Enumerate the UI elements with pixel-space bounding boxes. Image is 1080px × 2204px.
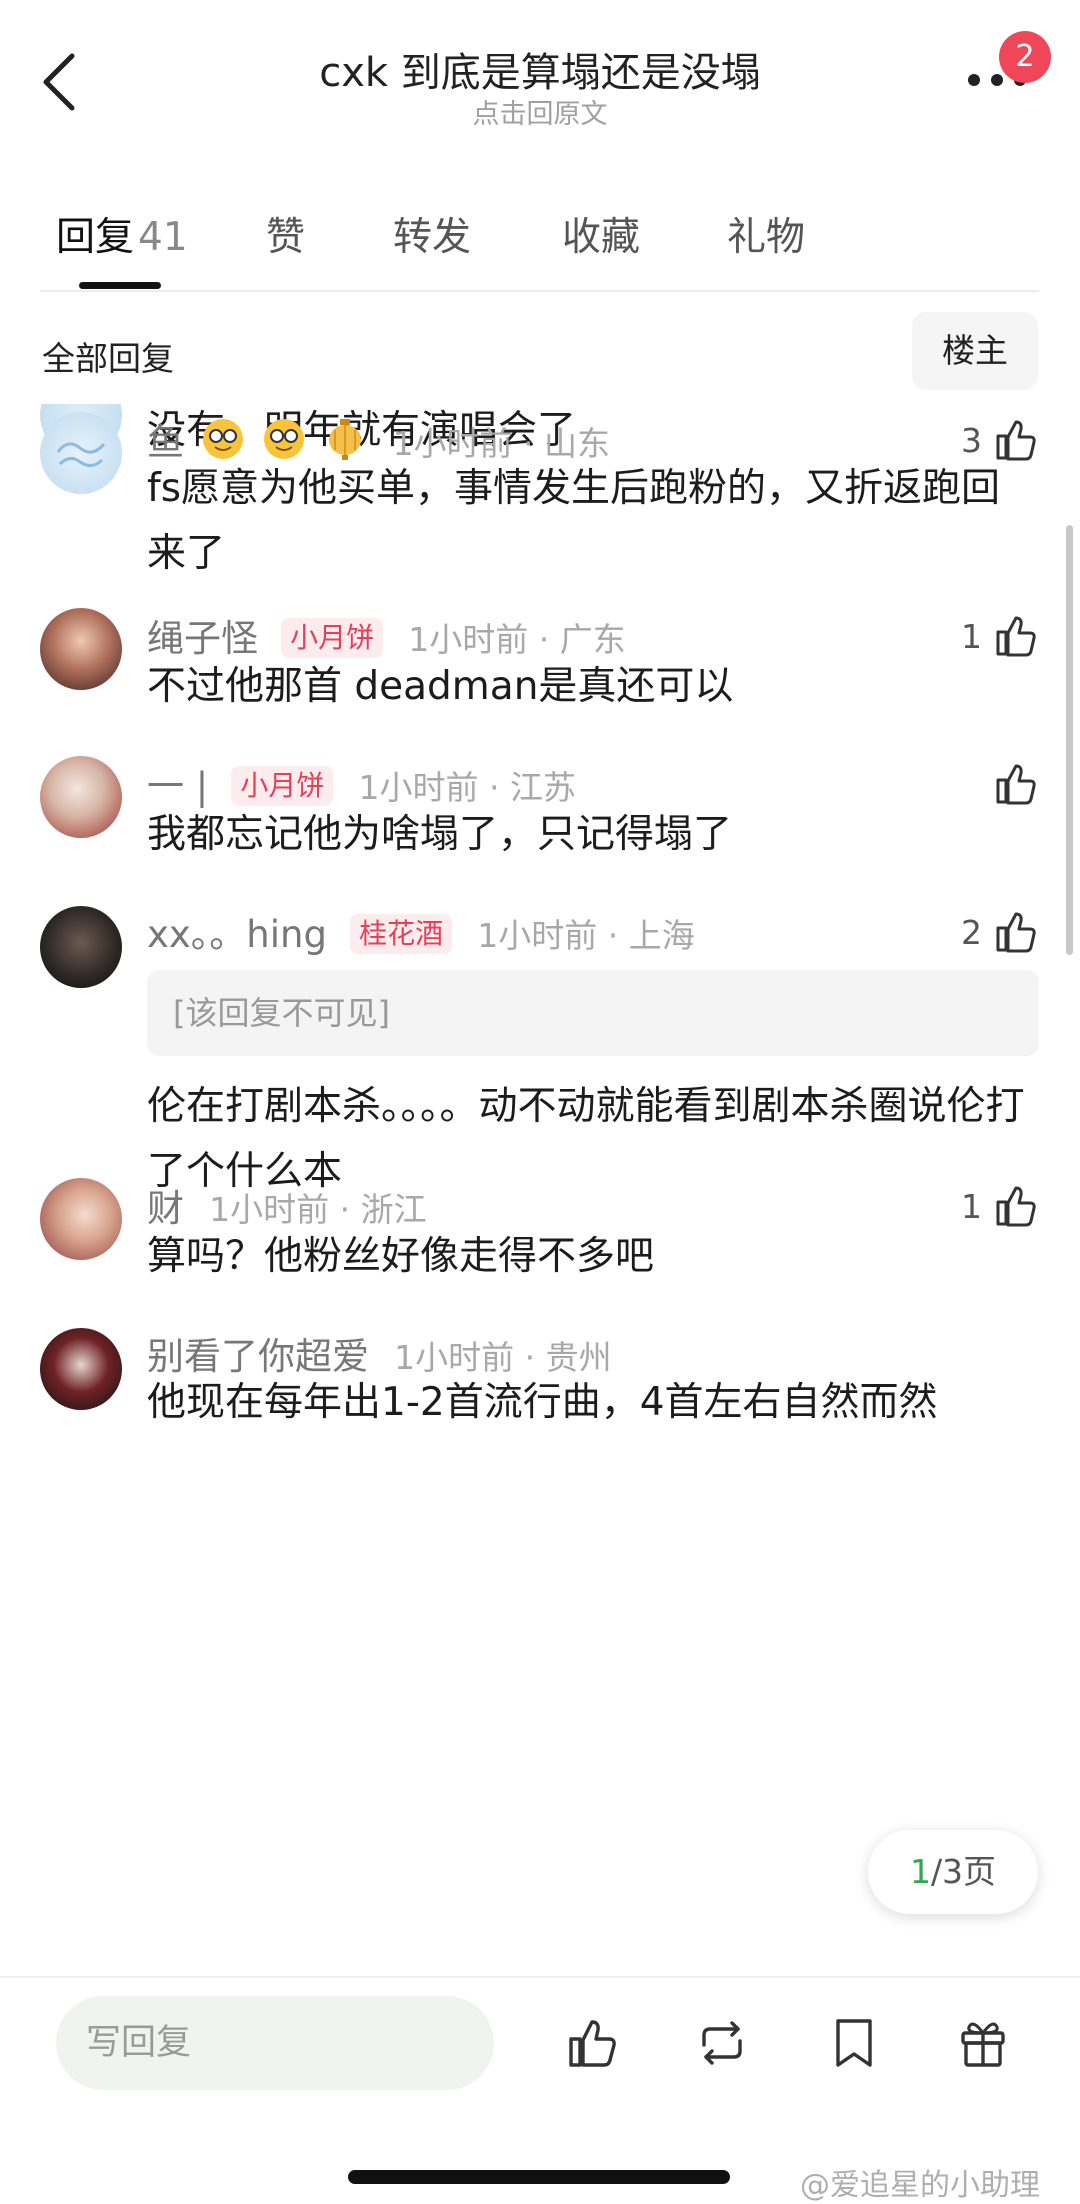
page-indicator[interactable]: 1/3页 — [868, 1830, 1038, 1914]
total-pages: /3页 — [930, 1852, 997, 1891]
tab-gift[interactable]: 礼物 — [727, 206, 805, 262]
like-button[interactable] — [982, 760, 1040, 808]
like-count: 3 — [961, 420, 982, 460]
avatar[interactable] — [40, 412, 122, 494]
avatar[interactable] — [40, 1328, 122, 1410]
like-button[interactable]: 2 — [961, 908, 1040, 956]
reply-input[interactable]: 写回复 — [56, 1996, 494, 2090]
avatar[interactable] — [40, 1178, 122, 1260]
comment-time-location: 1小时前 · 上海 — [477, 916, 695, 955]
tab-replies-count: 41 — [138, 215, 188, 260]
page-title: cxk 到底是算塌还是没塌 — [319, 50, 761, 96]
comment-body: fs愿意为他买单，事情发生后跑粉的，又折返跑回来了 — [147, 466, 1001, 576]
thumbs-up-icon — [996, 1186, 1036, 1227]
notification-badge: 2 — [999, 31, 1051, 83]
fan-tag-badge: 桂花酒 — [350, 914, 453, 954]
comment-body: 我都忘记他为啥塌了，只记得塌了 — [147, 812, 733, 857]
divider — [0, 1976, 1080, 1978]
quoted-reply-box[interactable]: [该回复不可见] — [147, 970, 1039, 1056]
repost-icon[interactable] — [694, 2015, 750, 2071]
comment-meta: xx。。hing 桂花酒 1小时前 · 上海 — [147, 904, 695, 958]
tab-replies[interactable]: 回复 41 — [56, 206, 188, 262]
current-page: 1 — [909, 1852, 931, 1891]
tab-favorite[interactable]: 收藏 — [562, 206, 640, 262]
divider — [40, 290, 1039, 292]
avatar-pattern-icon — [56, 442, 106, 467]
gift-icon[interactable] — [955, 2015, 1011, 2071]
like-button[interactable]: 1 — [961, 612, 1040, 660]
fan-tag-badge: 小月饼 — [281, 618, 384, 658]
filter-all-replies[interactable]: 全部回复 — [42, 332, 174, 380]
tab-replies-label: 回复 — [56, 215, 135, 260]
avatar[interactable] — [40, 906, 122, 988]
back-to-original-link[interactable]: 点击回原文 — [0, 92, 1080, 131]
bookmark-icon[interactable] — [826, 2015, 882, 2071]
username[interactable]: xx。。hing — [147, 913, 327, 956]
comment-body: 不过他那首 deadman是真还可以 — [147, 664, 734, 709]
like-count: 2 — [961, 912, 982, 952]
scrollbar[interactable] — [1066, 525, 1073, 955]
op-only-button[interactable]: 楼主 — [912, 312, 1038, 390]
active-tab-indicator — [79, 282, 161, 289]
comment-body: 算吗？他粉丝好像走得不多吧 — [147, 1234, 655, 1279]
thumbs-up-icon — [996, 616, 1036, 657]
home-indicator — [348, 2170, 730, 2184]
nerd-face-emoji-icon — [203, 419, 244, 459]
tab-likes[interactable]: 赞 — [266, 206, 305, 262]
comment-body: 他现在每年出1-2首流行曲，4首左右自然而然 — [147, 1380, 938, 1425]
thumbs-up-icon — [996, 764, 1036, 805]
thumbs-up-icon[interactable] — [565, 2015, 621, 2071]
like-count: 1 — [961, 1186, 982, 1226]
thumbs-up-icon — [996, 912, 1036, 953]
fan-tag-badge: 小月饼 — [231, 766, 334, 806]
like-count: 1 — [961, 616, 982, 656]
watermark: @爱追星的小助理 — [800, 2168, 1040, 2203]
comment-list[interactable]: ~ 没有，明年就有演唱会了 鱼 1小时前 · 山东 3 fs愿意为他买单，事情发… — [0, 404, 1080, 1974]
like-button[interactable]: 1 — [961, 1182, 1040, 1230]
lantern-badge-icon — [329, 419, 362, 460]
nerd-face-emoji-icon — [264, 419, 305, 459]
tab-forward[interactable]: 转发 — [393, 206, 471, 262]
avatar[interactable] — [40, 756, 122, 838]
avatar[interactable] — [40, 608, 122, 690]
